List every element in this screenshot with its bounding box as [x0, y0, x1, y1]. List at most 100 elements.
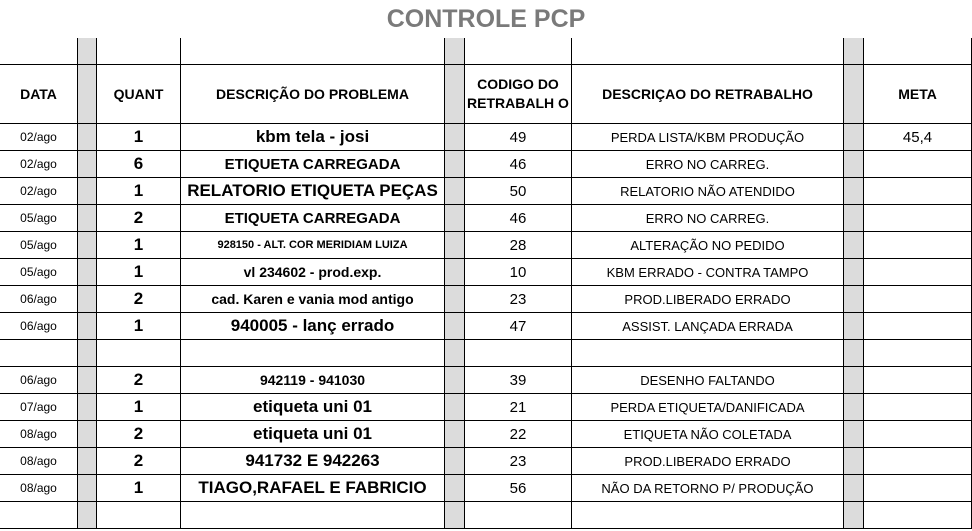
- column-gap: [78, 394, 97, 421]
- quantity-cell: 2: [97, 205, 181, 232]
- column-gap: [78, 340, 97, 367]
- problem-description-cell: 940005 - lanç errado: [181, 313, 445, 340]
- column-gap: [844, 151, 864, 178]
- rework-description-cell: ALTERAÇÃO NO PEDIDO: [572, 232, 844, 259]
- column-gap: [844, 394, 864, 421]
- column-gap: [78, 205, 97, 232]
- spacer-cell: [465, 38, 572, 65]
- pcp-control-table: DATA QUANT DESCRIÇÃO DO PROBLEMA CODIGO DO …: [0, 38, 972, 531]
- header-problem-description: DESCRIÇÃO DO PROBLEMA: [181, 65, 445, 124]
- rework-code-cell: 22: [465, 421, 572, 448]
- column-gap: [78, 151, 97, 178]
- rework-code-cell: 23: [465, 286, 572, 313]
- column-gap: [78, 286, 97, 313]
- meta-cell: [864, 205, 972, 232]
- problem-description-cell: 941732 E 942263: [181, 448, 445, 475]
- quantity-cell: 1: [97, 475, 181, 502]
- meta-cell: [864, 421, 972, 448]
- header-rework-code: CODIGO DO RETRABALH O: [465, 65, 572, 124]
- rework-description-cell: ERRO NO CARREG.: [572, 151, 844, 178]
- rework-description-cell: ASSIST. LANÇADA ERRADA: [572, 313, 844, 340]
- column-gap: [445, 124, 465, 151]
- column-gap: [78, 313, 97, 340]
- meta-cell: [864, 448, 972, 475]
- column-gap: [844, 232, 864, 259]
- date-cell: 06/ago: [0, 367, 78, 394]
- column-gap: [445, 259, 465, 286]
- meta-cell: [864, 259, 972, 286]
- quantity-cell: 2: [97, 421, 181, 448]
- spacer-cell: [0, 38, 78, 65]
- column-gap: [445, 313, 465, 340]
- column-gap: [78, 421, 97, 448]
- meta-cell: [864, 151, 972, 178]
- column-gap: [445, 340, 465, 367]
- problem-description-cell: etiqueta uni 01: [181, 394, 445, 421]
- meta-cell: [864, 367, 972, 394]
- rework-code-cell: 21: [465, 394, 572, 421]
- column-gap: [445, 502, 465, 529]
- problem-description-cell: 942119 - 941030: [181, 367, 445, 394]
- date-cell: 02/ago: [0, 124, 78, 151]
- column-gap: [844, 38, 864, 65]
- date-cell: [0, 340, 78, 367]
- rework-description-cell: PERDA ETIQUETA/DANIFICADA: [572, 394, 844, 421]
- quantity-cell: 1: [97, 313, 181, 340]
- column-gap: [78, 475, 97, 502]
- problem-description-cell: vl 234602 - prod.exp.: [181, 259, 445, 286]
- problem-description-cell: [181, 340, 445, 367]
- rework-description-cell: [572, 502, 844, 529]
- column-gap: [78, 367, 97, 394]
- quantity-cell: 1: [97, 124, 181, 151]
- header-meta: META: [864, 65, 972, 124]
- column-gap: [445, 475, 465, 502]
- meta-cell: [864, 502, 972, 529]
- date-cell: [0, 502, 78, 529]
- date-cell: 08/ago: [0, 475, 78, 502]
- date-cell: 08/ago: [0, 448, 78, 475]
- column-gap: [844, 205, 864, 232]
- column-gap: [78, 232, 97, 259]
- column-gap: [844, 502, 864, 529]
- meta-cell: [864, 340, 972, 367]
- rework-description-cell: KBM ERRADO - CONTRA TAMPO: [572, 259, 844, 286]
- quantity-cell: 2: [97, 367, 181, 394]
- column-gap: [844, 367, 864, 394]
- spacer-cell: [572, 38, 844, 65]
- rework-code-cell: 10: [465, 259, 572, 286]
- problem-description-cell: ETIQUETA CARREGADA: [181, 151, 445, 178]
- rework-description-cell: ERRO NO CARREG.: [572, 205, 844, 232]
- meta-cell: [864, 178, 972, 205]
- rework-code-cell: 46: [465, 151, 572, 178]
- quantity-cell: 1: [97, 232, 181, 259]
- column-gap: [78, 448, 97, 475]
- column-gap: [844, 259, 864, 286]
- problem-description-cell: ETIQUETA CARREGADA: [181, 205, 445, 232]
- rework-code-cell: [465, 502, 572, 529]
- column-gap: [844, 65, 864, 124]
- meta-cell: 45,4: [864, 124, 972, 151]
- column-gap: [844, 124, 864, 151]
- problem-description-cell: etiqueta uni 01: [181, 421, 445, 448]
- column-gap: [445, 394, 465, 421]
- column-gap: [445, 448, 465, 475]
- rework-code-cell: 56: [465, 475, 572, 502]
- column-gap: [445, 205, 465, 232]
- header-date: DATA: [0, 65, 78, 124]
- rework-code-cell: 49: [465, 124, 572, 151]
- date-cell: 02/ago: [0, 151, 78, 178]
- quantity-cell: 2: [97, 286, 181, 313]
- column-gap: [78, 65, 97, 124]
- meta-cell: [864, 475, 972, 502]
- column-gap: [844, 178, 864, 205]
- header-rework-description: DESCRIÇAO DO RETRABALHO: [572, 65, 844, 124]
- rework-code-cell: 47: [465, 313, 572, 340]
- rework-description-cell: PROD.LIBERADO ERRADO: [572, 286, 844, 313]
- problem-description-cell: RELATORIO ETIQUETA PEÇAS: [181, 178, 445, 205]
- rework-description-cell: PERDA LISTA/KBM PRODUÇÃO: [572, 124, 844, 151]
- problem-description-cell: TIAGO,RAFAEL E FABRICIO: [181, 475, 445, 502]
- header-quantity: QUANT: [97, 65, 181, 124]
- problem-description-cell: cad. Karen e vania mod antigo: [181, 286, 445, 313]
- rework-description-cell: NÃO DA RETORNO P/ PRODUÇÃO: [572, 475, 844, 502]
- column-gap: [445, 151, 465, 178]
